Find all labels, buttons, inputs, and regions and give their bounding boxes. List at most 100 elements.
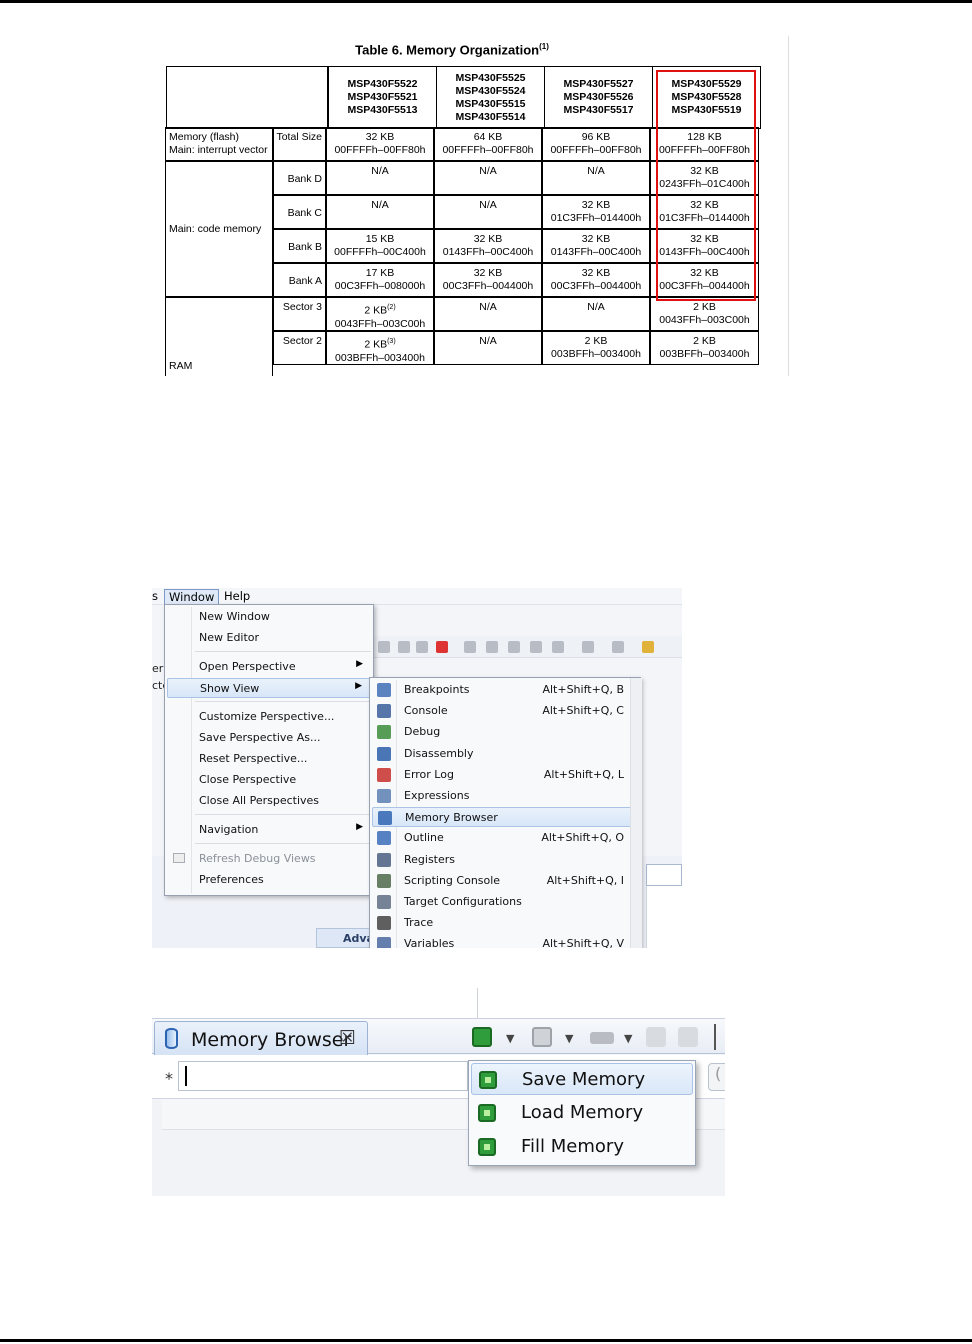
go-button[interactable]: ( xyxy=(708,1063,725,1091)
row-bank-b-cell-2: 32 KB 0143FFh–00C400h xyxy=(434,229,542,263)
menu-item-load-memory[interactable]: Load Memory xyxy=(471,1097,693,1129)
menu-item-fill-memory[interactable]: Fill Memory xyxy=(471,1131,693,1163)
toolbar-resume-icon[interactable] xyxy=(398,641,410,653)
toolbar-assembly-step-icon[interactable] xyxy=(530,641,542,653)
background-advanced-tab[interactable]: Adva xyxy=(316,928,376,948)
close-icon[interactable]: ☒ xyxy=(339,1027,356,1049)
toolbar-step-icon[interactable] xyxy=(378,641,390,653)
disassembly-icon xyxy=(377,746,391,761)
chevron-down-icon[interactable]: ▼ xyxy=(506,1032,514,1045)
show-view-item-breakpoints[interactable]: Breakpoints Alt+Shift+Q, B xyxy=(372,680,638,700)
toolbar-step-over-icon[interactable] xyxy=(486,641,498,653)
show-view-item-error-log[interactable]: Error Log Alt+Shift+Q, L xyxy=(372,765,638,785)
trace-icon xyxy=(377,916,391,931)
show-view-item-trace[interactable]: Trace xyxy=(372,913,638,933)
toolbar-suspend-icon[interactable] xyxy=(416,641,428,653)
toolbar-step-into-icon[interactable] xyxy=(464,641,476,653)
memory-browser-icon xyxy=(165,1028,178,1049)
show-view-item-outline[interactable]: Outline Alt+Shift+Q, O xyxy=(372,828,638,848)
cell-text: 0143FFh–00C400h xyxy=(550,246,642,258)
cell-text: Memory (flash) xyxy=(169,131,240,143)
cell-text: 2 KB xyxy=(693,335,716,347)
menu-item-label: Open Perspective xyxy=(199,660,296,673)
cell-text: 128 KB xyxy=(687,131,722,143)
table-body: Memory (flash) Main: interrupt vector Main… xyxy=(165,127,760,376)
toolbar-restart-icon[interactable] xyxy=(582,641,594,653)
memory-browser-tab-row: Memory Browser ☒ ▼ ▼ ▼ xyxy=(152,1018,725,1055)
menu-item-show-view[interactable]: Show View ▶ xyxy=(167,678,371,698)
menu-item-label: Load Memory xyxy=(521,1102,644,1123)
toolbar-step-return-icon[interactable] xyxy=(508,641,520,653)
menu-item-refresh-debug-views[interactable]: Refresh Debug Views xyxy=(167,849,371,869)
cell-code-memory-label: Main: code memory xyxy=(165,161,273,297)
show-view-item-variables[interactable]: Variables Alt+Shift+Q, V xyxy=(372,934,638,948)
menubar-window[interactable]: Window xyxy=(164,589,220,605)
menu-item-new-window[interactable]: New Window xyxy=(167,607,371,627)
menu-item-reset-perspective[interactable]: Reset Perspective... xyxy=(167,749,371,769)
submenu-scrollbar[interactable] xyxy=(630,678,642,948)
cell-text: 0043FFh–003C00h xyxy=(334,317,426,330)
menu-item-label: Reset Perspective... xyxy=(199,752,308,765)
cell-text: 00FFFFh–00FF80h xyxy=(334,144,426,156)
cell-text: 00C3FFh–004400h xyxy=(550,280,642,292)
menu-item-new-editor[interactable]: New Editor xyxy=(167,628,371,648)
menu-item-label: Navigation xyxy=(199,823,259,836)
expressions-icon xyxy=(377,789,391,803)
menubar-help[interactable]: Help xyxy=(224,589,250,603)
address-input[interactable] xyxy=(178,1061,468,1091)
cell-text: Sector 2 xyxy=(282,335,322,347)
show-view-item-expressions[interactable]: Expressions xyxy=(372,786,638,806)
cell-text: 00FFFFh–00FF80h xyxy=(550,144,642,156)
registers-icon xyxy=(377,852,391,867)
window-dropdown-menu: New Window New Editor Open Perspective ▶ … xyxy=(164,604,374,896)
toolbar-load-icon[interactable] xyxy=(612,641,624,653)
link-toolbar-icon[interactable] xyxy=(646,1027,666,1047)
submenu-arrow-icon: ▶ xyxy=(355,681,362,691)
top-rule xyxy=(0,0,972,3)
toolbar-connect-icon[interactable] xyxy=(642,641,654,653)
row-bank-a-cell-4: 32 KB 00C3FFh–004400h xyxy=(650,263,759,297)
header-device-group-3: MSP430F5527 MSP430F5526 MSP430F5517 xyxy=(544,66,653,129)
chevron-down-icon[interactable]: ▼ xyxy=(565,1032,573,1045)
menu-item-customize-perspective[interactable]: Customize Perspective... xyxy=(167,707,371,727)
menu-item-navigation[interactable]: Navigation ▶ xyxy=(167,820,371,840)
show-view-item-debug[interactable]: Debug xyxy=(372,722,638,742)
show-view-item-disassembly[interactable]: Disassembly xyxy=(372,744,638,764)
chevron-down-icon[interactable]: ▼ xyxy=(624,1032,632,1045)
cell-text: N/A xyxy=(479,301,497,313)
show-view-item-label: Trace xyxy=(404,916,434,930)
menu-item-save-perspective-as[interactable]: Save Perspective As... xyxy=(167,728,371,748)
memory-browser-tab[interactable]: Memory Browser ☒ xyxy=(154,1021,368,1055)
memory-organization-figure: Table 6. Memory Organization(1) MSP430F5… xyxy=(152,36,790,376)
table-title-footnote: (1) xyxy=(539,42,549,51)
text-caret xyxy=(185,1066,187,1086)
menu-item-preferences[interactable]: Preferences xyxy=(167,870,371,890)
menubar-partial-item[interactable]: s xyxy=(152,589,158,603)
debug-icon xyxy=(377,725,391,740)
footnote-marker: (3) xyxy=(387,338,396,345)
refresh-toolbar-icon[interactable] xyxy=(678,1027,698,1047)
toolbar-reset-icon[interactable] xyxy=(552,641,564,653)
background-right-tab[interactable] xyxy=(646,864,682,886)
menu-item-open-perspective[interactable]: Open Perspective ▶ xyxy=(167,657,371,677)
header-device-group-1: MSP430F5522 MSP430F5521 MSP430F5513 xyxy=(328,66,437,129)
show-view-item-console[interactable]: Console Alt+Shift+Q, C xyxy=(372,701,638,721)
menu-item-save-memory[interactable]: Save Memory xyxy=(471,1063,693,1095)
save-memory-toolbar-icon[interactable] xyxy=(472,1027,492,1047)
show-view-item-memory-browser[interactable]: Memory Browser xyxy=(372,807,638,828)
row-bank-b-cell-3: 32 KB 0143FFh–00C400h xyxy=(542,229,650,263)
show-view-item-label: Debug xyxy=(404,725,441,739)
show-view-submenu: Breakpoints Alt+Shift+Q, B Console Alt+Shif… xyxy=(369,677,641,948)
menu-item-label: Preferences xyxy=(199,873,264,886)
show-view-item-scripting-console[interactable]: Scripting Console Alt+Shift+Q, I xyxy=(372,871,638,891)
menu-item-close-all-perspectives[interactable]: Close All Perspectives xyxy=(167,791,371,811)
show-view-item-target-configurations[interactable]: Target Configurations xyxy=(372,892,638,912)
save-memory-icon xyxy=(479,1071,497,1089)
import-memory-toolbar-icon[interactable] xyxy=(532,1027,552,1047)
menu-item-close-perspective[interactable]: Close Perspective xyxy=(167,770,371,790)
cell-text: 01C3FFh–014400h xyxy=(659,212,750,224)
memory-chip-toolbar-icon[interactable] xyxy=(590,1032,614,1044)
show-view-item-registers[interactable]: Registers xyxy=(372,850,638,870)
toolbar-terminate-icon[interactable] xyxy=(436,641,448,653)
cell-text: 0143FFh–00C400h xyxy=(659,246,750,258)
